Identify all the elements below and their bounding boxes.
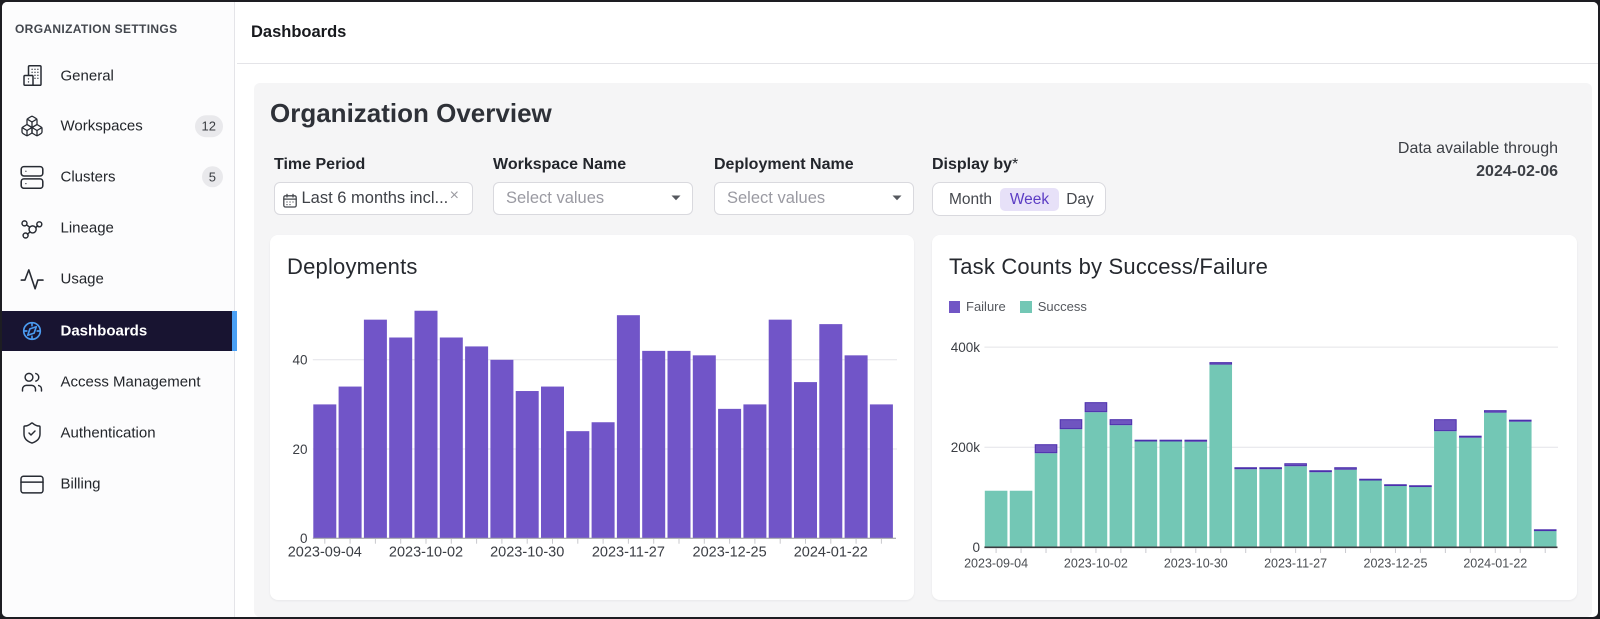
svg-text:2023-10-30: 2023-10-30 — [1163, 556, 1227, 570]
svg-text:2023-11-27: 2023-11-27 — [1264, 556, 1327, 570]
svg-text:2023-10-02: 2023-10-02 — [388, 544, 462, 560]
svg-text:2023-12-25: 2023-12-25 — [1363, 556, 1427, 570]
svg-text:2023-11-27: 2023-11-27 — [591, 544, 664, 560]
svg-text:2023-09-04: 2023-09-04 — [287, 544, 361, 560]
svg-text:40: 40 — [292, 352, 307, 367]
svg-text:2023-12-25: 2023-12-25 — [692, 544, 766, 560]
svg-text:2024-01-22: 2024-01-22 — [1463, 556, 1527, 570]
svg-text:200k: 200k — [950, 440, 980, 455]
svg-text:2024-01-22: 2024-01-22 — [793, 544, 867, 560]
svg-text:2023-10-02: 2023-10-02 — [1063, 556, 1127, 570]
svg-text:400k: 400k — [950, 339, 980, 354]
svg-text:2023-10-30: 2023-10-30 — [490, 544, 564, 560]
svg-text:0: 0 — [972, 540, 980, 555]
svg-text:20: 20 — [292, 441, 307, 456]
svg-text:2023-09-04: 2023-09-04 — [964, 556, 1028, 570]
